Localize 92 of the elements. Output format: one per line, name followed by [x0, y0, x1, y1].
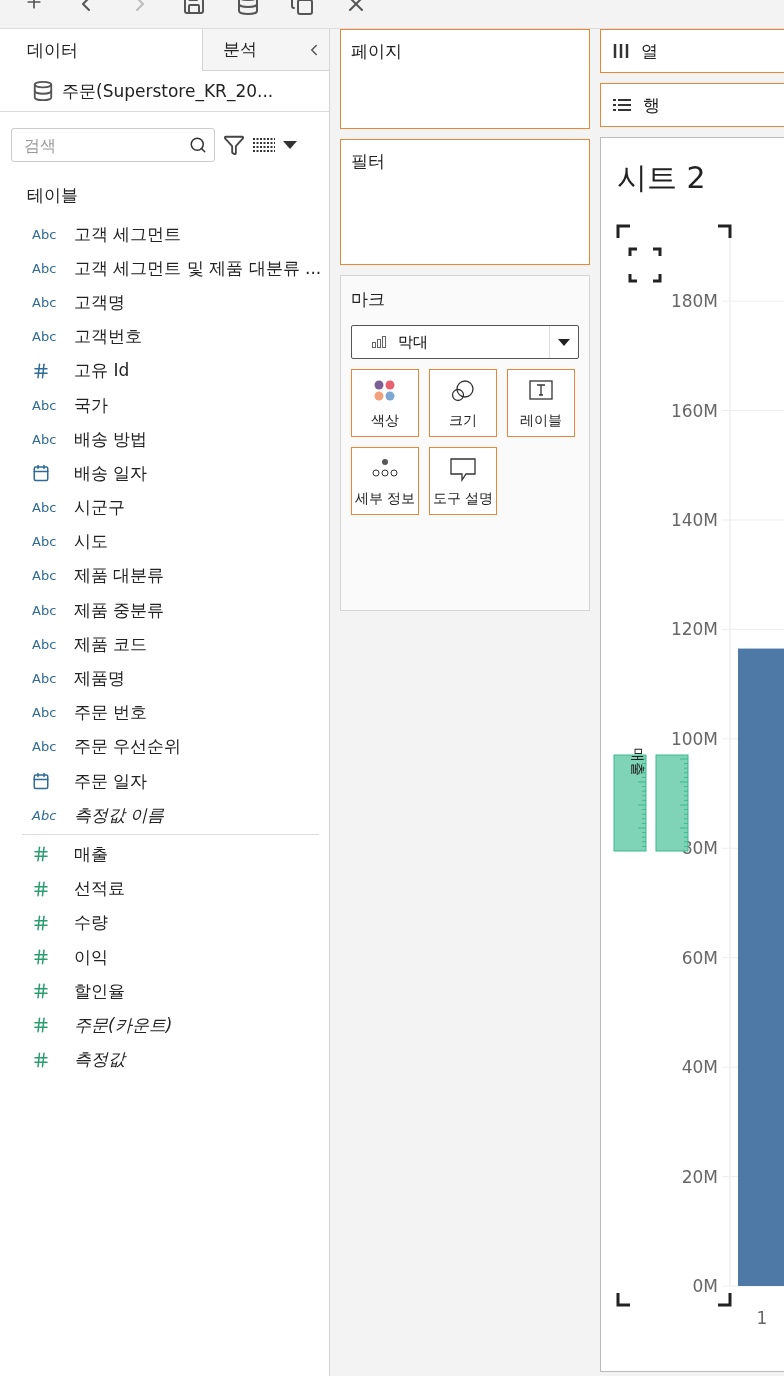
type-label: Abc	[32, 705, 58, 721]
field-name[interactable]: 제품 코드	[74, 632, 148, 656]
mark-property-button[interactable]: 크기	[429, 369, 497, 437]
number-type-icon	[32, 982, 50, 1001]
type-label: Abc	[32, 534, 58, 550]
mark-property-button[interactable]: 레이블	[507, 369, 575, 437]
field-name[interactable]: 시도	[74, 530, 108, 554]
axis-tick-label: 140M	[670, 510, 718, 530]
color-dots-icon	[374, 380, 396, 402]
columns-icon	[613, 44, 629, 58]
category-label: 1	[756, 1308, 768, 1328]
field-name[interactable]: 고객 세그먼트	[74, 222, 182, 246]
number-type-icon	[32, 1050, 50, 1069]
pages-shelf[interactable]: 페이지	[340, 29, 590, 129]
field-name[interactable]: 고객번호	[74, 325, 142, 349]
type-label: Abc	[32, 602, 58, 618]
text-label-icon	[529, 380, 553, 402]
axis-tick-label: 120M	[670, 619, 718, 640]
field-name[interactable]: 제품 중분류	[74, 598, 165, 622]
axis-tick-label: 40M	[681, 1057, 718, 1078]
field-name[interactable]: 제품 대분류	[74, 564, 165, 588]
type-label: Abc	[32, 636, 58, 652]
dropdown-caret-icon[interactable]	[558, 338, 570, 346]
field-name[interactable]: 이익	[74, 945, 108, 969]
mark-property-button[interactable]: 세부 정보	[351, 447, 419, 515]
type-label: Abc	[32, 397, 58, 413]
calendar-icon	[32, 772, 50, 791]
field-name[interactable]: 고객명	[74, 290, 125, 314]
type-label: Abc	[32, 739, 58, 755]
field-name[interactable]: 국가	[74, 393, 108, 417]
type-label: Abc	[32, 260, 58, 276]
number-type-icon	[32, 879, 50, 898]
type-label: Abc	[32, 671, 58, 687]
field-name[interactable]: 할인율	[74, 979, 125, 1003]
sheet-title: 시트 2	[616, 159, 707, 197]
data-source-name[interactable]: 주문(Superstore_KR_20...	[62, 79, 274, 103]
axis-tick-label: 20M	[681, 1166, 718, 1187]
expand-icon	[628, 247, 662, 283]
calendar-icon	[32, 464, 50, 483]
field-name[interactable]: 주문 우선순위	[74, 735, 182, 759]
number-type-icon	[32, 948, 50, 967]
columns-shelf[interactable]: 열	[600, 29, 784, 73]
database-icon	[32, 80, 54, 102]
type-label: Abc	[32, 329, 58, 345]
mark-property-button[interactable]: 도구 설명	[429, 447, 497, 515]
rows-shelf[interactable]: 행	[600, 83, 784, 127]
mark-property-button[interactable]: 색상	[351, 369, 419, 437]
field-name[interactable]: 매출	[74, 842, 108, 866]
drop-field-label: 매출	[630, 748, 646, 776]
axis-tick-label: 160M	[670, 400, 718, 421]
type-label: Abc	[32, 807, 58, 823]
field-name[interactable]: 수량	[74, 911, 108, 935]
field-name[interactable]: 주문(카운트)	[74, 1013, 173, 1037]
field-name[interactable]: 고유 Id	[74, 359, 130, 383]
field-name[interactable]: 제품명	[74, 667, 125, 691]
axis-tick-label: 0M	[692, 1276, 718, 1296]
type-label: Abc	[32, 431, 58, 447]
size-circles-icon	[451, 380, 475, 402]
number-type-icon	[32, 361, 50, 380]
type-label: Abc	[32, 294, 58, 310]
section-title: 테이블	[26, 184, 79, 207]
search-icon[interactable]	[189, 136, 207, 154]
panel-tab[interactable]: 분석	[202, 29, 299, 71]
marks-title: 마크	[351, 288, 386, 311]
field-name[interactable]: 배송 일자	[74, 461, 148, 485]
bar-chart-icon	[372, 336, 386, 348]
field-name[interactable]: 시군구	[74, 496, 125, 520]
mark-type-dropdown[interactable]: 막대	[351, 325, 579, 359]
axis-tick-label: 100M	[670, 728, 718, 749]
detail-dots-icon	[372, 458, 398, 478]
rows-icon	[613, 98, 631, 112]
field-name[interactable]: 배송 방법	[74, 427, 148, 451]
number-type-icon	[32, 1016, 50, 1035]
type-label: Abc	[32, 500, 58, 516]
type-label: Abc	[32, 568, 58, 584]
axis-tick-label: 60M	[681, 947, 718, 968]
dropdown-caret-icon[interactable]	[283, 141, 297, 149]
number-type-icon	[32, 913, 50, 932]
field-name[interactable]: 고객 세그먼트 및 제품 대분류 ...	[74, 256, 322, 280]
field-name[interactable]: 선적료	[74, 877, 125, 901]
list-view-icon[interactable]	[253, 138, 275, 152]
filters-shelf[interactable]: 필터	[340, 139, 590, 265]
search-field[interactable]: 검색	[11, 128, 215, 162]
field-name[interactable]: 주문 번호	[74, 701, 148, 725]
number-type-icon	[32, 845, 50, 864]
type-label: Abc	[32, 226, 58, 242]
field-name[interactable]: 측정값	[74, 1048, 125, 1072]
field-name[interactable]: 측정값 이름	[74, 803, 165, 827]
axis-tick-label: 180M	[670, 291, 718, 312]
speech-bubble-icon	[450, 458, 476, 482]
field-name[interactable]: 주문 일자	[74, 769, 148, 793]
filter-icon[interactable]	[223, 134, 245, 156]
